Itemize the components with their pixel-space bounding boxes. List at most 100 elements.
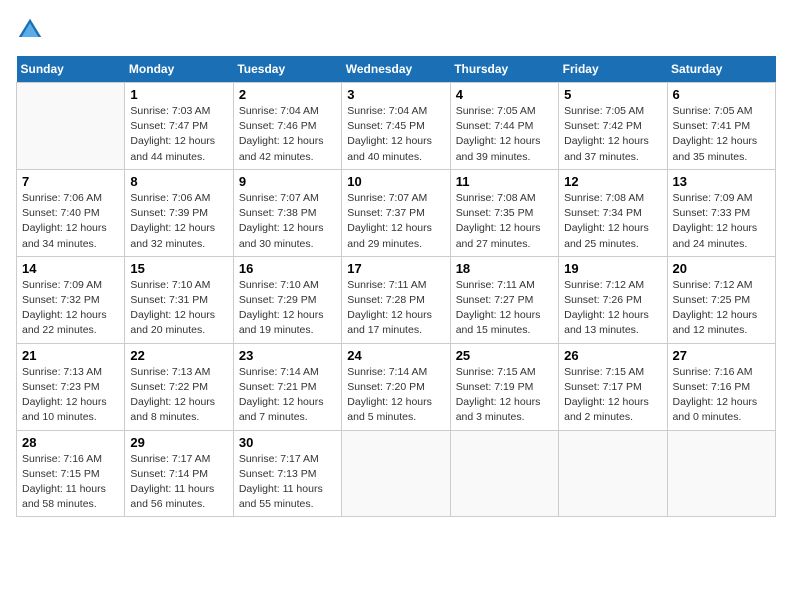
day-info: Sunrise: 7:05 AMSunset: 7:44 PMDaylight:…	[456, 104, 553, 165]
calendar-cell: 8 Sunrise: 7:06 AMSunset: 7:39 PMDaylight…	[125, 169, 233, 256]
day-number: 11	[456, 174, 553, 189]
calendar-cell: 1Sunrise: 7:03 AMSunset: 7:47 PMDaylight…	[125, 83, 233, 170]
calendar-cell: 15 Sunrise: 7:10 AMSunset: 7:31 PMDayligh…	[125, 256, 233, 343]
day-info: Sunrise: 7:06 AMSunset: 7:39 PMDaylight:…	[130, 191, 227, 252]
day-number: 16	[239, 261, 336, 276]
calendar-week-2: 7 Sunrise: 7:06 AMSunset: 7:40 PMDaylight…	[17, 169, 776, 256]
calendar-week-3: 14 Sunrise: 7:09 AMSunset: 7:32 PMDayligh…	[17, 256, 776, 343]
day-number: 28	[22, 435, 119, 450]
day-info: Sunrise: 7:04 AMSunset: 7:45 PMDaylight:…	[347, 104, 444, 165]
day-info: Sunrise: 7:15 AMSunset: 7:19 PMDaylight:…	[456, 365, 553, 426]
day-info: Sunrise: 7:15 AMSunset: 7:17 PMDaylight:…	[564, 365, 661, 426]
day-info: Sunrise: 7:14 AMSunset: 7:20 PMDaylight:…	[347, 365, 444, 426]
day-number: 26	[564, 348, 661, 363]
day-header-saturday: Saturday	[667, 56, 775, 83]
calendar-cell: 19 Sunrise: 7:12 AMSunset: 7:26 PMDayligh…	[559, 256, 667, 343]
day-info: Sunrise: 7:12 AMSunset: 7:25 PMDaylight:…	[673, 278, 770, 339]
day-info: Sunrise: 7:08 AMSunset: 7:35 PMDaylight:…	[456, 191, 553, 252]
calendar-week-4: 21Sunrise: 7:13 AMSunset: 7:23 PMDayligh…	[17, 343, 776, 430]
day-info: Sunrise: 7:03 AMSunset: 7:47 PMDaylight:…	[130, 104, 227, 165]
logo-icon	[16, 16, 44, 44]
day-info: Sunrise: 7:10 AMSunset: 7:29 PMDaylight:…	[239, 278, 336, 339]
page-header	[16, 16, 776, 44]
day-number: 22	[130, 348, 227, 363]
day-number: 25	[456, 348, 553, 363]
day-number: 19	[564, 261, 661, 276]
day-info: Sunrise: 7:13 AMSunset: 7:23 PMDaylight:…	[22, 365, 119, 426]
day-info: Sunrise: 7:12 AMSunset: 7:26 PMDaylight:…	[564, 278, 661, 339]
logo	[16, 16, 46, 44]
calendar-cell: 4 Sunrise: 7:05 AMSunset: 7:44 PMDaylight…	[450, 83, 558, 170]
calendar-cell	[342, 430, 450, 517]
calendar-cell: 21Sunrise: 7:13 AMSunset: 7:23 PMDayligh…	[17, 343, 125, 430]
calendar-cell: 25 Sunrise: 7:15 AMSunset: 7:19 PMDayligh…	[450, 343, 558, 430]
day-header-friday: Friday	[559, 56, 667, 83]
calendar-cell: 22 Sunrise: 7:13 AMSunset: 7:22 PMDayligh…	[125, 343, 233, 430]
day-number: 3	[347, 87, 444, 102]
day-info: Sunrise: 7:13 AMSunset: 7:22 PMDaylight:…	[130, 365, 227, 426]
calendar-cell: 12 Sunrise: 7:08 AMSunset: 7:34 PMDayligh…	[559, 169, 667, 256]
calendar-cell: 2 Sunrise: 7:04 AMSunset: 7:46 PMDaylight…	[233, 83, 341, 170]
day-number: 2	[239, 87, 336, 102]
calendar-cell: 17 Sunrise: 7:11 AMSunset: 7:28 PMDayligh…	[342, 256, 450, 343]
day-info: Sunrise: 7:04 AMSunset: 7:46 PMDaylight:…	[239, 104, 336, 165]
calendar-header-row: SundayMondayTuesdayWednesdayThursdayFrid…	[17, 56, 776, 83]
day-info: Sunrise: 7:09 AMSunset: 7:32 PMDaylight:…	[22, 278, 119, 339]
day-number: 27	[673, 348, 770, 363]
day-info: Sunrise: 7:11 AMSunset: 7:28 PMDaylight:…	[347, 278, 444, 339]
day-number: 23	[239, 348, 336, 363]
day-info: Sunrise: 7:07 AMSunset: 7:38 PMDaylight:…	[239, 191, 336, 252]
day-info: Sunrise: 7:17 AMSunset: 7:13 PMDaylight:…	[239, 452, 336, 513]
day-number: 10	[347, 174, 444, 189]
day-header-sunday: Sunday	[17, 56, 125, 83]
calendar-cell: 26 Sunrise: 7:15 AMSunset: 7:17 PMDayligh…	[559, 343, 667, 430]
day-number: 4	[456, 87, 553, 102]
day-info: Sunrise: 7:16 AMSunset: 7:15 PMDaylight:…	[22, 452, 119, 513]
calendar-cell: 16 Sunrise: 7:10 AMSunset: 7:29 PMDayligh…	[233, 256, 341, 343]
day-info: Sunrise: 7:05 AMSunset: 7:41 PMDaylight:…	[673, 104, 770, 165]
day-number: 18	[456, 261, 553, 276]
day-number: 12	[564, 174, 661, 189]
day-info: Sunrise: 7:17 AMSunset: 7:14 PMDaylight:…	[130, 452, 227, 513]
day-info: Sunrise: 7:16 AMSunset: 7:16 PMDaylight:…	[673, 365, 770, 426]
day-header-monday: Monday	[125, 56, 233, 83]
day-info: Sunrise: 7:06 AMSunset: 7:40 PMDaylight:…	[22, 191, 119, 252]
day-number: 17	[347, 261, 444, 276]
calendar-cell: 7 Sunrise: 7:06 AMSunset: 7:40 PMDaylight…	[17, 169, 125, 256]
day-info: Sunrise: 7:14 AMSunset: 7:21 PMDaylight:…	[239, 365, 336, 426]
day-info: Sunrise: 7:09 AMSunset: 7:33 PMDaylight:…	[673, 191, 770, 252]
calendar-cell: 28 Sunrise: 7:16 AMSunset: 7:15 PMDayligh…	[17, 430, 125, 517]
day-number: 7	[22, 174, 119, 189]
calendar-cell: 30 Sunrise: 7:17 AMSunset: 7:13 PMDayligh…	[233, 430, 341, 517]
day-info: Sunrise: 7:11 AMSunset: 7:27 PMDaylight:…	[456, 278, 553, 339]
calendar-cell: 11 Sunrise: 7:08 AMSunset: 7:35 PMDayligh…	[450, 169, 558, 256]
calendar-cell: 29Sunrise: 7:17 AMSunset: 7:14 PMDayligh…	[125, 430, 233, 517]
calendar-week-1: 1Sunrise: 7:03 AMSunset: 7:47 PMDaylight…	[17, 83, 776, 170]
calendar-cell: 5Sunrise: 7:05 AMSunset: 7:42 PMDaylight…	[559, 83, 667, 170]
calendar-cell: 14 Sunrise: 7:09 AMSunset: 7:32 PMDayligh…	[17, 256, 125, 343]
day-number: 14	[22, 261, 119, 276]
day-number: 8	[130, 174, 227, 189]
calendar-cell: 10 Sunrise: 7:07 AMSunset: 7:37 PMDayligh…	[342, 169, 450, 256]
day-number: 5	[564, 87, 661, 102]
day-number: 9	[239, 174, 336, 189]
calendar-cell: 6 Sunrise: 7:05 AMSunset: 7:41 PMDaylight…	[667, 83, 775, 170]
day-number: 13	[673, 174, 770, 189]
day-header-thursday: Thursday	[450, 56, 558, 83]
calendar-cell: 3 Sunrise: 7:04 AMSunset: 7:45 PMDaylight…	[342, 83, 450, 170]
day-number: 30	[239, 435, 336, 450]
day-number: 24	[347, 348, 444, 363]
day-info: Sunrise: 7:08 AMSunset: 7:34 PMDaylight:…	[564, 191, 661, 252]
calendar-cell	[559, 430, 667, 517]
day-header-tuesday: Tuesday	[233, 56, 341, 83]
day-number: 6	[673, 87, 770, 102]
calendar-cell: 13 Sunrise: 7:09 AMSunset: 7:33 PMDayligh…	[667, 169, 775, 256]
day-header-wednesday: Wednesday	[342, 56, 450, 83]
calendar-cell: 23 Sunrise: 7:14 AMSunset: 7:21 PMDayligh…	[233, 343, 341, 430]
day-number: 15	[130, 261, 227, 276]
calendar-cell: 24 Sunrise: 7:14 AMSunset: 7:20 PMDayligh…	[342, 343, 450, 430]
day-info: Sunrise: 7:10 AMSunset: 7:31 PMDaylight:…	[130, 278, 227, 339]
calendar-table: SundayMondayTuesdayWednesdayThursdayFrid…	[16, 56, 776, 517]
day-info: Sunrise: 7:07 AMSunset: 7:37 PMDaylight:…	[347, 191, 444, 252]
calendar-cell: 27 Sunrise: 7:16 AMSunset: 7:16 PMDayligh…	[667, 343, 775, 430]
